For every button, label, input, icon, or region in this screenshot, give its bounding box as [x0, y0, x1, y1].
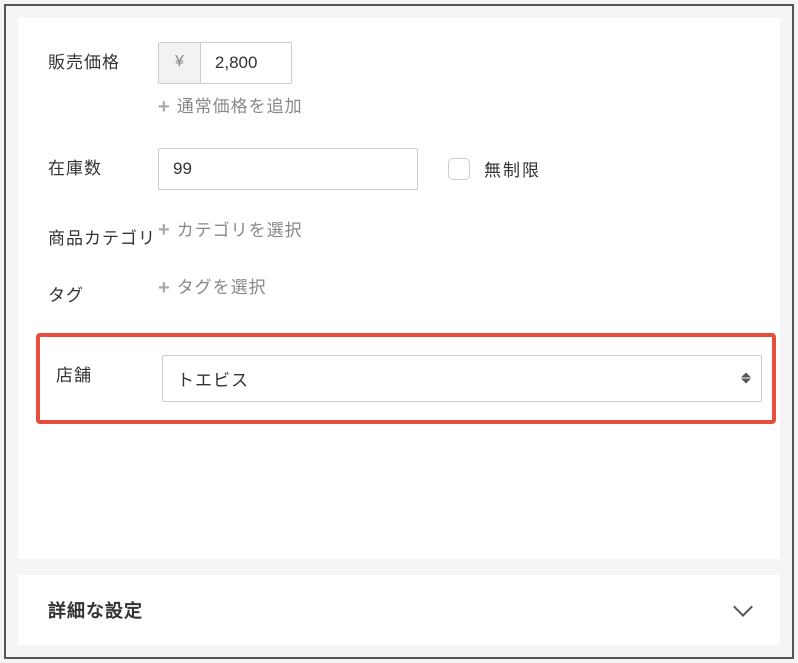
select-category-text: カテゴリを選択 — [177, 218, 303, 244]
select-category-link[interactable]: + カテゴリを選択 — [158, 218, 772, 244]
currency-symbol: ¥ — [159, 43, 201, 83]
store-label: 店舗 — [56, 355, 162, 389]
store-row-highlight: 店舗 トエビス — [36, 333, 776, 424]
product-form: 販売価格 ¥ + 通常価格を追加 在庫数 無制限 — [18, 18, 780, 559]
select-tag-text: タグを選択 — [177, 275, 267, 301]
plus-icon: + — [158, 278, 171, 298]
unlimited-checkbox-wrapper: 無制限 — [448, 156, 541, 181]
plus-icon: + — [158, 220, 171, 240]
stock-controls: 無制限 — [158, 148, 772, 190]
select-tag-link[interactable]: + タグを選択 — [158, 275, 772, 301]
plus-icon: + — [158, 97, 171, 117]
stock-row: 在庫数 無制限 — [48, 148, 772, 190]
store-select[interactable]: トエビス — [162, 355, 762, 402]
price-input[interactable] — [201, 43, 291, 83]
unlimited-label: 無制限 — [484, 156, 541, 181]
price-row: 販売価格 ¥ + 通常価格を追加 — [48, 42, 772, 120]
select-arrows-icon — [741, 373, 751, 384]
price-label: 販売価格 — [48, 42, 158, 76]
add-regular-price-text: 通常価格を追加 — [177, 94, 303, 120]
price-input-group: ¥ — [158, 42, 292, 84]
chevron-down-icon — [733, 597, 753, 617]
category-row: 商品カテゴリ + カテゴリを選択 — [48, 218, 772, 252]
settings-panel: 販売価格 ¥ + 通常価格を追加 在庫数 無制限 — [4, 4, 794, 659]
tag-controls: + タグを選択 — [158, 275, 772, 301]
advanced-settings-title: 詳細な設定 — [48, 597, 143, 623]
category-controls: + カテゴリを選択 — [158, 218, 772, 244]
price-controls: ¥ + 通常価格を追加 — [158, 42, 772, 120]
category-label: 商品カテゴリ — [48, 218, 158, 252]
store-row: 店舗 トエビス — [56, 355, 762, 402]
stock-label: 在庫数 — [48, 148, 158, 182]
tag-label: タグ — [48, 275, 158, 309]
add-regular-price-link[interactable]: + 通常価格を追加 — [158, 94, 772, 120]
unlimited-checkbox[interactable] — [448, 158, 470, 180]
advanced-settings-accordion[interactable]: 詳細な設定 — [18, 575, 780, 645]
stock-input[interactable] — [158, 148, 418, 190]
store-select-value: トエビス — [163, 356, 761, 401]
tag-row: タグ + タグを選択 — [48, 275, 772, 309]
